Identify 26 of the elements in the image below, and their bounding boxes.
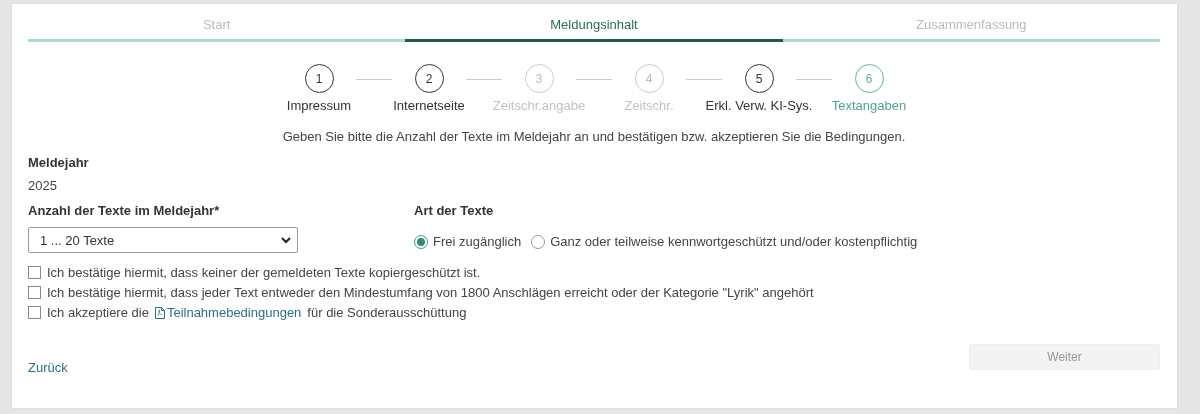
step-label: Textangaben: [831, 98, 907, 113]
chevron-down-icon: [281, 236, 291, 244]
step-label: Internetseite: [393, 98, 465, 113]
step-label: Erkl. Verw. KI-Sys.: [705, 98, 813, 113]
count-dropdown[interactable]: 1 ... 20 Texte: [28, 227, 298, 253]
checkbox-label: Ich bestätige hiermit, dass jeder Text entweder den Mindestumfang von 1800 Anschlägen erreicht oder der Kategorie "Lyrik" angehört: [47, 285, 814, 300]
back-link[interactable]: Zurück: [28, 360, 68, 375]
checkbox-label: Ich bestätige hiermit, dass keiner der gemeldeten Texte kopiergeschützt ist.: [47, 265, 481, 280]
terms-link[interactable]: Teilnahmebedingungen: [154, 305, 302, 320]
pdf-file-icon: [154, 306, 165, 319]
checkbox[interactable]: [28, 266, 41, 279]
step-label: Zeitschr.angabe: [492, 98, 586, 113]
field-label: Art der Texte: [414, 203, 495, 218]
checkbox[interactable]: [28, 286, 41, 299]
step-label: Zeitschr.: [624, 98, 674, 113]
checkbox-label: Ich akzeptiere die: [47, 305, 149, 320]
field-label: Meldejahr: [28, 155, 90, 170]
field-label: Anzahl der Texte im Meldejahr*: [28, 203, 221, 218]
instruction-text: Geben Sie bitte die Anzahl der Texte im Meldejahr an und bestätigen bzw. akzeptieren Sie die Bedingungen.: [281, 129, 907, 144]
checkbox-label: für die Sonderausschüttung: [307, 305, 467, 320]
radio-label: Frei zugänglich: [433, 234, 522, 249]
wizard-tab[interactable]: Meldungsinhalt: [405, 14, 783, 42]
step-label: Impressum: [286, 98, 352, 113]
year-value: 2025: [28, 178, 58, 193]
checkbox[interactable]: [28, 306, 41, 319]
radio-label: Ganz oder teilweise kennwortgeschützt und/oder kostenpflichtig: [550, 234, 918, 249]
